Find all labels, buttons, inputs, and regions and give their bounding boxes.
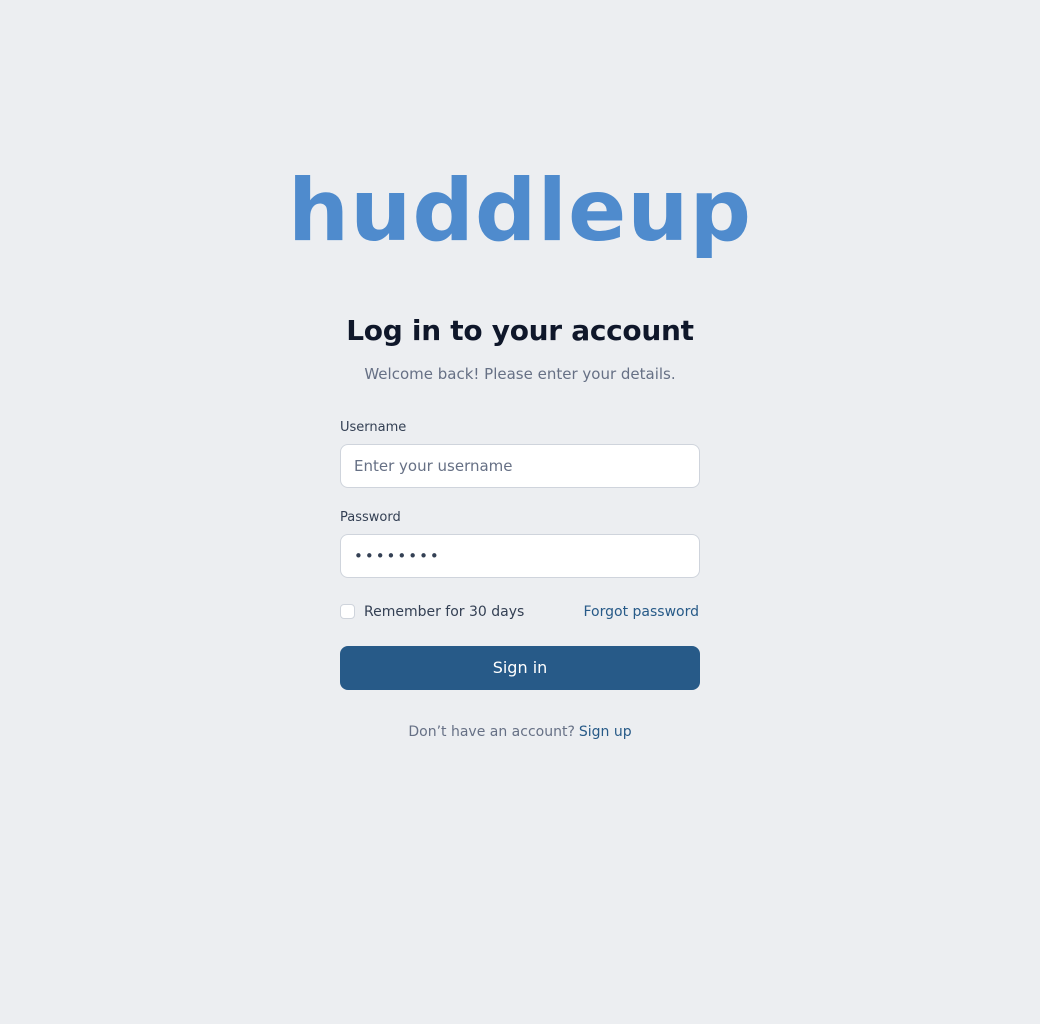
remember-checkbox[interactable] <box>340 604 355 619</box>
username-label: Username <box>340 420 407 435</box>
page-subtitle: Welcome back! Please enter your details. <box>364 365 676 383</box>
sign-up-link[interactable]: Sign up <box>579 724 632 740</box>
username-input[interactable] <box>340 444 700 488</box>
remember-label[interactable]: Remember for 30 days <box>364 602 524 622</box>
logo-text: huddleup <box>287 161 753 261</box>
signup-prompt: Don’t have an account? Sign up <box>0 722 1040 742</box>
huddleup-logo: huddleup <box>0 152 1040 270</box>
signup-prompt-text: Don’t have an account? <box>408 724 575 740</box>
sign-in-button[interactable]: Sign in <box>340 646 700 690</box>
page-title: Log in to your account <box>346 314 694 347</box>
password-label: Password <box>340 510 401 525</box>
password-masked-value: •••••••• <box>354 547 441 565</box>
forgot-password-link[interactable]: Forgot password <box>584 602 700 622</box>
password-input[interactable]: •••••••• <box>340 534 700 578</box>
